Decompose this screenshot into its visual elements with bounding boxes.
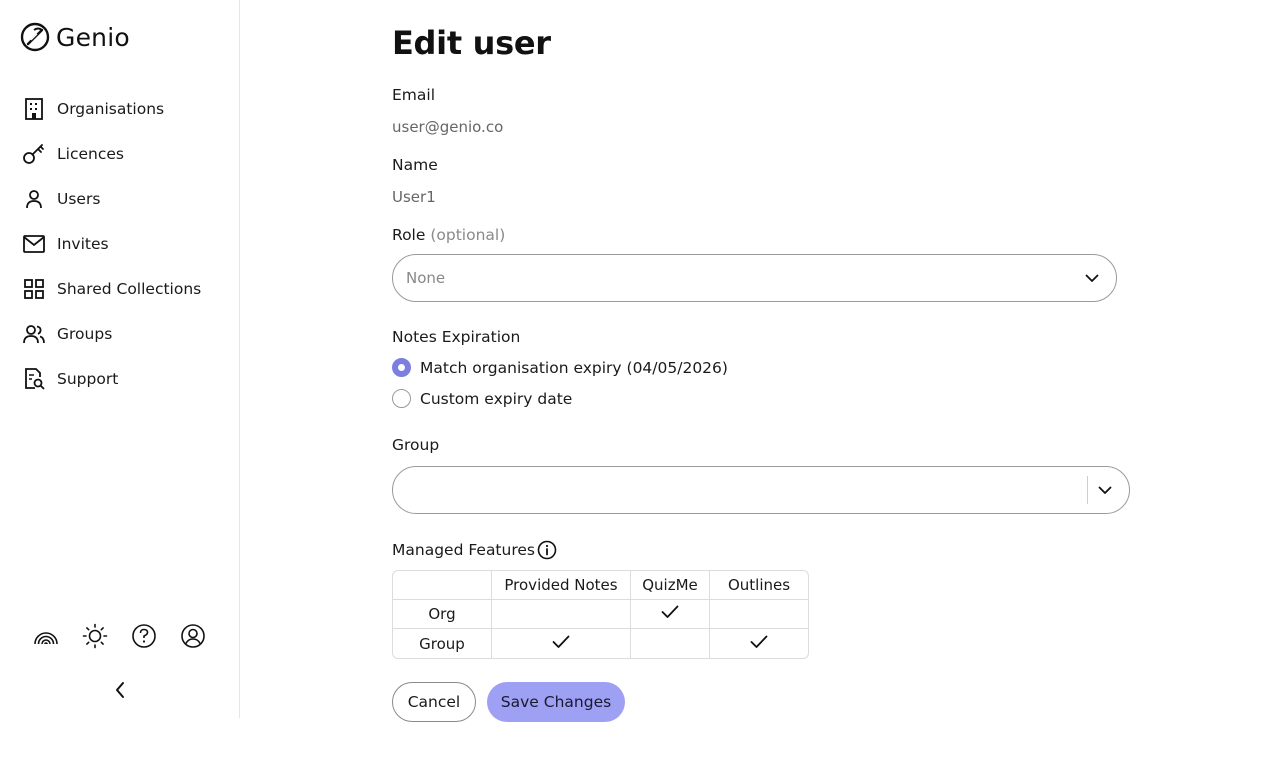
sun-icon[interactable] — [81, 622, 108, 649]
radio-match-org-expiry[interactable]: Match organisation expiry (04/05/2026) — [392, 358, 728, 377]
account-icon[interactable] — [179, 622, 206, 649]
name-label: Name — [392, 156, 438, 174]
table-row-label: Org — [393, 600, 492, 629]
chevron-down-icon — [1082, 268, 1102, 288]
grid-icon — [22, 277, 46, 301]
chevron-left-icon[interactable] — [110, 680, 130, 700]
sidebar-utilities — [32, 622, 228, 649]
sidebar-item-support[interactable]: Support — [22, 356, 201, 401]
save-changes-button[interactable]: Save Changes — [487, 682, 625, 722]
checkmark-icon — [661, 605, 679, 618]
radio-button[interactable] — [392, 389, 411, 408]
sidebar-item-invites[interactable]: Invites — [22, 221, 201, 266]
table-header-cell: Outlines — [710, 571, 808, 600]
managed-features-table: Provided Notes QuizMe Outlines Org Group — [392, 570, 809, 659]
sidebar-nav: Organisations Licences Users Invites Sha… — [22, 86, 201, 401]
sidebar-item-label: Groups — [57, 324, 113, 343]
select-divider — [1087, 476, 1088, 504]
radio-label: Match organisation expiry (04/05/2026) — [420, 358, 728, 377]
sidebar-item-label: Organisations — [57, 99, 165, 118]
table-cell — [631, 629, 710, 658]
table-row: Org — [393, 600, 808, 629]
table-cell — [710, 629, 808, 658]
building-icon — [22, 97, 46, 121]
sidebar-item-label: Licences — [57, 144, 124, 163]
mail-icon — [22, 232, 46, 256]
cancel-button[interactable]: Cancel — [392, 682, 476, 722]
table-row-label: Group — [393, 629, 492, 658]
role-label-text: Role — [392, 226, 426, 244]
table-cell — [492, 600, 631, 629]
sidebar-item-users[interactable]: Users — [22, 176, 201, 221]
help-icon[interactable] — [130, 622, 157, 649]
brand-logo[interactable]: Genio — [20, 22, 130, 52]
checkmark-icon — [750, 635, 768, 648]
managed-features-label: Managed Features — [392, 541, 535, 559]
sidebar-item-shared-collections[interactable]: Shared Collections — [22, 266, 201, 311]
chevron-down-icon[interactable] — [1095, 480, 1115, 500]
table-header-cell — [393, 571, 492, 600]
table-cell — [492, 629, 631, 658]
sidebar: Genio Organisations Licences Users Invit… — [0, 0, 240, 718]
role-select-value: None — [406, 269, 446, 287]
radio-button-checked[interactable] — [392, 358, 411, 377]
role-optional-hint: (optional) — [430, 226, 506, 244]
user-icon — [22, 187, 46, 211]
checkmark-icon — [552, 635, 570, 648]
group-label: Group — [392, 436, 440, 454]
table-cell — [631, 600, 710, 629]
email-label: Email — [392, 86, 436, 104]
table-header-cell: Provided Notes — [492, 571, 631, 600]
brand-name: Genio — [56, 22, 130, 52]
name-value: User1 — [392, 188, 436, 206]
table-header-row: Provided Notes QuizMe Outlines — [393, 571, 808, 600]
table-row: Group — [393, 629, 808, 658]
notes-expiration-label: Notes Expiration — [392, 328, 521, 346]
radio-label: Custom expiry date — [420, 389, 573, 408]
page-title: Edit user — [392, 24, 551, 62]
sidebar-item-label: Support — [57, 369, 119, 388]
genio-logo-icon — [20, 22, 50, 52]
key-icon — [22, 142, 46, 166]
group-select[interactable] — [392, 466, 1130, 514]
sidebar-item-label: Invites — [57, 234, 109, 253]
role-select[interactable]: None — [392, 254, 1117, 302]
users-icon — [22, 322, 46, 346]
sidebar-item-label: Users — [57, 189, 101, 208]
radio-custom-expiry[interactable]: Custom expiry date — [392, 389, 572, 408]
document-search-icon — [22, 367, 46, 391]
sidebar-item-label: Shared Collections — [57, 279, 202, 298]
email-value: user@genio.co — [392, 118, 504, 136]
sidebar-item-organisations[interactable]: Organisations — [22, 86, 201, 131]
rainbow-icon[interactable] — [32, 622, 59, 649]
table-header-cell: QuizMe — [631, 571, 710, 600]
sidebar-item-licences[interactable]: Licences — [22, 131, 201, 176]
table-cell — [710, 600, 808, 629]
info-icon[interactable] — [537, 540, 557, 560]
sidebar-item-groups[interactable]: Groups — [22, 311, 201, 356]
role-label: Role (optional) — [392, 226, 505, 244]
